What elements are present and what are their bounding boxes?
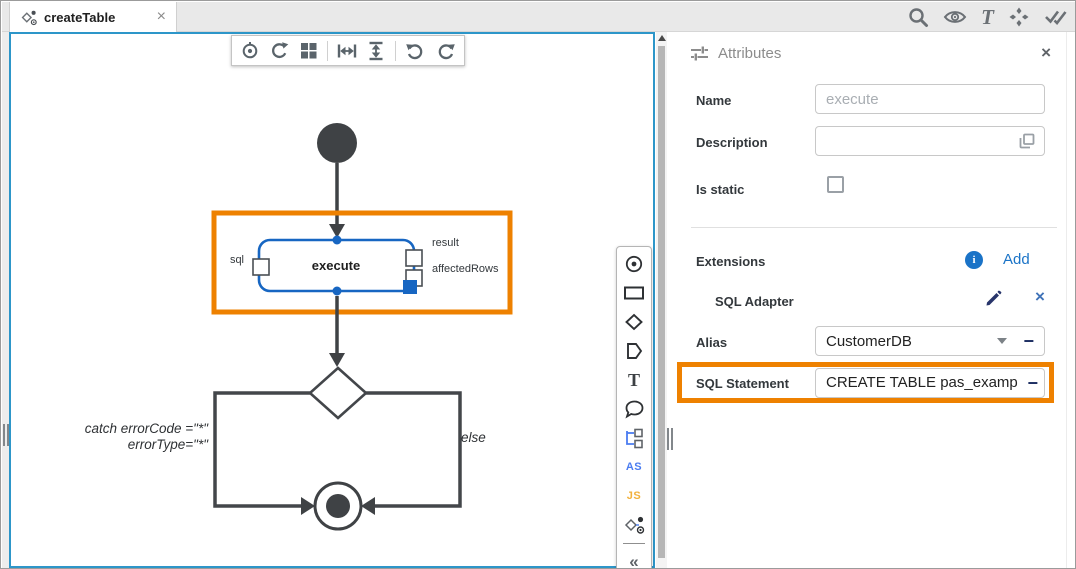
name-input[interactable] [815,84,1045,114]
collapse-palette-icon[interactable]: « [621,551,647,569]
execute-activity-node[interactable]: execute [253,236,422,296]
panel-title: Attributes [718,45,1032,62]
edit-adapter-icon[interactable] [985,290,1002,312]
canvas-toolbar [231,35,465,66]
start-event-node[interactable] [317,123,357,163]
alias-value: CustomerDB [826,333,997,350]
text-icon[interactable]: T [981,7,994,27]
top-anchor-dot[interactable] [333,236,342,245]
edge-catch-branch[interactable] [215,393,310,506]
workflow-shape-icon[interactable] [621,514,647,536]
attributes-panel: Attributes × Name Description Is static … [673,32,1067,569]
else-label: else [461,430,486,445]
catch-label-line2: errorType="*" [128,437,209,452]
locate-icon[interactable] [240,41,260,61]
workflow-canvas[interactable]: execute sql result affectedRows catch er… [9,32,655,568]
arrowhead [329,353,345,367]
output-port-result[interactable] [406,250,422,266]
port-label-result: result [432,237,459,249]
cluster-icon[interactable] [1008,6,1030,28]
text-annotation-icon[interactable]: T [621,369,647,391]
undo-icon[interactable] [405,41,426,61]
panel-close-icon[interactable]: × [1041,43,1051,63]
javascript-icon[interactable]: JS [621,485,647,507]
catch-label-line1: catch errorCode ="*" [85,421,209,436]
scroll-up-icon[interactable] [658,35,666,41]
assign-script-icon[interactable]: AS [621,456,647,478]
eye-icon[interactable] [943,6,967,28]
name-label: Name [696,93,731,108]
activity-shape-icon[interactable] [621,282,647,304]
input-port-sql[interactable] [253,259,269,275]
sql-statement-field: − [815,368,1045,398]
app-window: createTable × T [0,0,1076,569]
scrollbar-thumb[interactable] [658,46,665,558]
arrowhead [361,497,375,515]
resize-handle[interactable] [403,280,417,294]
end-event-node[interactable] [315,483,361,529]
mapping-shape-icon[interactable] [621,427,647,449]
alias-label: Alias [696,335,727,350]
redo-icon[interactable] [435,41,456,61]
workflow-tab-icon [20,9,37,26]
expand-editor-icon[interactable] [1019,133,1035,154]
is-static-checkbox[interactable] [827,176,844,193]
shape-palette: T AS JS « [616,246,652,569]
tab-label: createTable [44,10,150,25]
refresh-icon[interactable] [269,41,290,61]
search-icon[interactable] [907,6,929,28]
tab-createtable[interactable]: createTable × [9,2,177,32]
dropdown-caret-icon[interactable] [997,338,1007,344]
is-static-label: Is static [696,182,744,197]
event-shape-icon[interactable] [621,253,647,275]
tab-bar: createTable × T [2,2,1076,32]
port-label-sql: sql [230,254,244,266]
port-label-affectedrows: affectedRows [432,263,499,275]
section-divider [691,227,1057,228]
remove-sql-statement-icon[interactable]: − [1027,374,1038,392]
add-extension-link[interactable]: Add [1003,251,1030,268]
canvas-scrollbar[interactable] [656,32,667,568]
activity-label: execute [312,258,360,273]
info-icon[interactable]: i [965,251,983,269]
toolbar-separator [327,41,328,61]
toolbar-separator [395,41,396,61]
arrowhead [301,497,315,515]
sql-adapter-label: SQL Adapter [715,294,794,309]
double-check-icon[interactable] [1044,6,1068,28]
condition-shape-icon[interactable] [621,340,647,362]
remove-adapter-icon[interactable]: × [1035,288,1045,305]
palette-separator [623,543,645,544]
bottom-anchor-dot[interactable] [333,287,342,296]
description-label: Description [696,135,768,150]
alias-select[interactable]: CustomerDB − [815,326,1045,356]
sql-statement-input[interactable] [815,368,1045,398]
fit-width-icon[interactable] [337,41,357,61]
decision-node[interactable] [310,368,366,418]
attributes-panel-header: Attributes × [673,32,1066,74]
topbar-actions: T [907,2,1068,32]
left-splitter[interactable] [2,32,9,569]
attributes-icon [690,45,709,62]
decision-shape-icon[interactable] [621,311,647,333]
grid-icon[interactable] [299,41,318,60]
edge-else-branch[interactable] [366,393,460,506]
sql-statement-label: SQL Statement [696,376,789,391]
comment-shape-icon[interactable] [621,398,647,420]
remove-alias-icon[interactable]: − [1023,332,1034,350]
workflow-diagram[interactable]: execute sql result affectedRows catch er… [11,34,653,566]
tab-close-icon[interactable]: × [157,9,166,25]
description-input[interactable] [815,126,1045,156]
extensions-label: Extensions [696,254,765,269]
fit-height-icon[interactable] [366,41,386,61]
